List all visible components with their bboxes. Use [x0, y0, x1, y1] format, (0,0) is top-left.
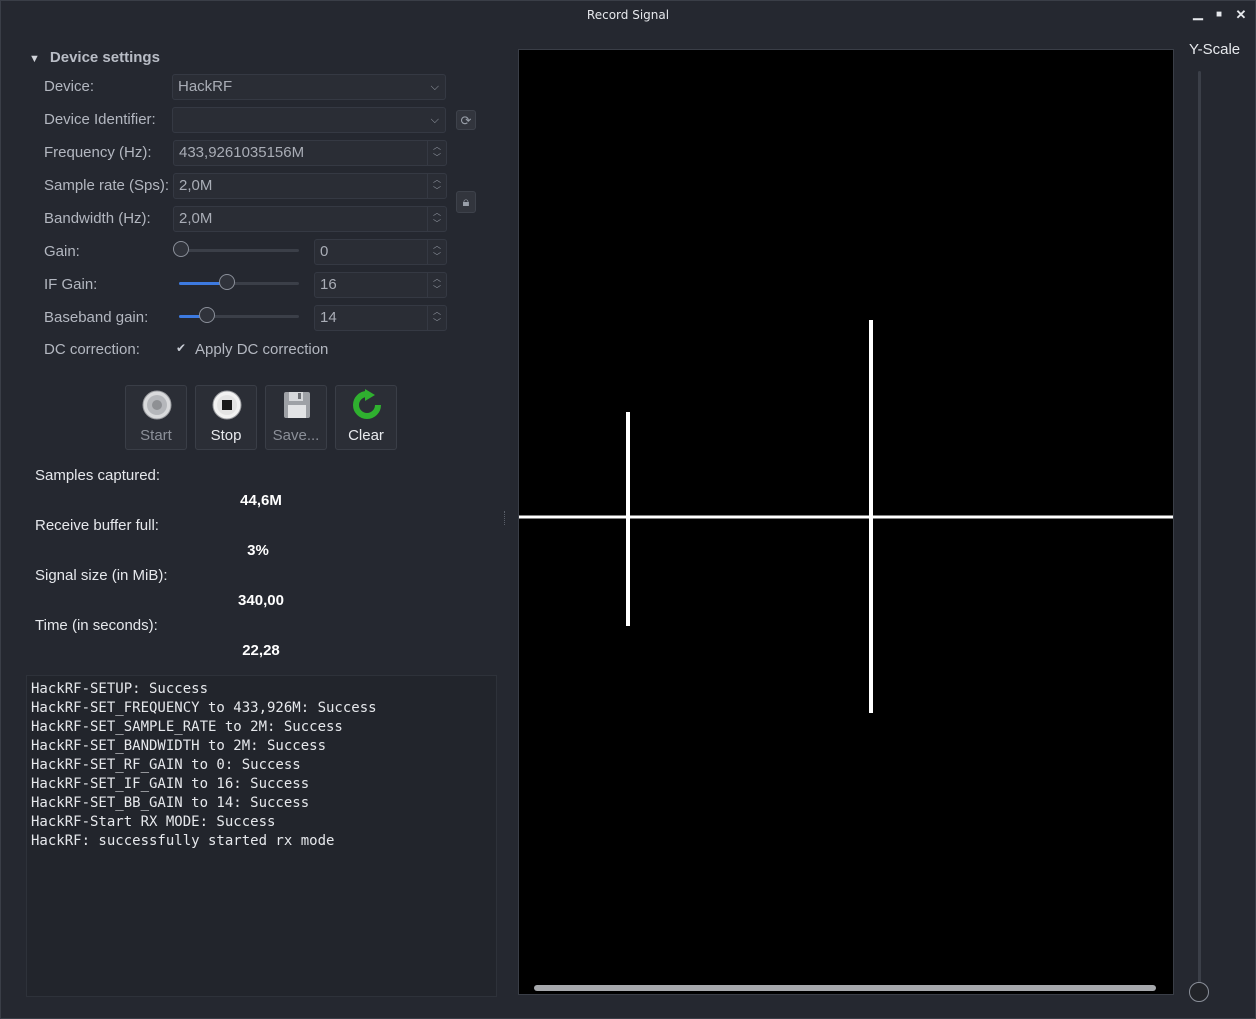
frequency-spinbox[interactable]: 433,9261035156M ︿ ﹀	[173, 140, 447, 166]
time-value: 22,28	[242, 642, 280, 659]
signal-waveform	[519, 320, 1173, 713]
samples-captured-value: 44,6M	[240, 492, 282, 509]
lock-link-button[interactable]: 🔒︎	[456, 191, 476, 213]
checkmark-icon: ✔	[176, 341, 187, 355]
device-identifier-combobox[interactable]: ⌵	[172, 107, 446, 133]
signal-size-value: 340,00	[238, 592, 284, 609]
spin-arrows-icon[interactable]: ︿ ﹀	[427, 273, 446, 297]
spin-arrows-icon[interactable]: ︿ ﹀	[427, 306, 446, 330]
frequency-value: 433,9261035156M	[179, 144, 305, 161]
chevron-down-icon: ⌵	[430, 81, 439, 93]
if-gain-spinbox[interactable]: 16 ︿ ﹀	[314, 272, 447, 298]
log-line: HackRF-SET_SAMPLE_RATE to 2M: Success	[31, 719, 343, 735]
chevron-down-icon: ⌵	[430, 114, 439, 126]
device-value: HackRF	[178, 78, 233, 95]
device-identifier-label: Device Identifier:	[44, 111, 156, 128]
clear-button-label: Clear	[348, 427, 384, 444]
refresh-icon: ⟳	[460, 113, 472, 128]
if-gain-label: IF Gain:	[44, 276, 98, 293]
bandwidth-spinbox[interactable]: 2,0M ︿ ﹀	[173, 206, 447, 232]
start-button[interactable]: Start	[125, 385, 187, 450]
log-line: HackRF-SET_FREQUENCY to 433,926M: Succes…	[31, 700, 377, 716]
device-combobox[interactable]: HackRF ⌵	[172, 74, 446, 100]
start-button-label: Start	[140, 427, 172, 444]
if-gain-slider[interactable]	[179, 274, 299, 290]
gain-spinbox[interactable]: 0 ︿ ﹀	[314, 239, 447, 265]
samples-captured-label: Samples captured:	[35, 467, 161, 484]
sample-rate-spinbox[interactable]: 2,0M ︿ ﹀	[173, 173, 447, 199]
window-title: Record Signal	[586, 8, 670, 22]
spin-arrows-icon[interactable]: ︿ ﹀	[427, 174, 446, 198]
y-scale-slider-handle[interactable]	[1189, 982, 1209, 1002]
log-output[interactable]: HackRF-SETUP: Success HackRF-SET_FREQUENC…	[26, 675, 497, 997]
refresh-green-icon	[353, 389, 381, 419]
spin-arrows-icon[interactable]: ︿ ﹀	[427, 207, 446, 231]
dc-correction-label: DC correction:	[44, 341, 140, 358]
gain-value: 0	[320, 243, 329, 260]
collapse-triangle-icon: ▼	[29, 53, 40, 65]
gain-slider[interactable]	[173, 241, 299, 257]
baseband-gain-slider[interactable]	[179, 307, 299, 323]
horizontal-scrollbar[interactable]	[534, 985, 1156, 991]
clear-button[interactable]: Clear	[335, 385, 397, 450]
sample-rate-label: Sample rate (Sps):	[44, 177, 170, 194]
log-line: HackRF-Start RX MODE: Success	[31, 814, 276, 830]
if-gain-slider-handle[interactable]	[219, 274, 235, 290]
record-icon	[142, 390, 172, 420]
y-scale-slider[interactable]	[1198, 71, 1201, 989]
receive-buffer-label: Receive buffer full:	[35, 517, 159, 534]
frequency-label: Frequency (Hz):	[44, 144, 152, 161]
signal-size-label: Signal size (in MiB):	[35, 567, 168, 584]
lock-icon: 🔒︎	[462, 194, 470, 209]
signal-graph-view[interactable]	[518, 49, 1174, 995]
spin-arrows-icon[interactable]: ︿ ﹀	[427, 240, 446, 264]
log-line: HackRF-SETUP: Success	[31, 681, 209, 697]
log-line: HackRF-SET_BANDWIDTH to 2M: Success	[31, 738, 327, 754]
device-settings-title: Device settings	[49, 49, 160, 66]
gain-label: Gain:	[44, 243, 80, 260]
time-label: Time (in seconds):	[35, 617, 158, 634]
log-line: HackRF: successfully started rx mode	[31, 833, 335, 849]
receive-buffer-value: 3%	[247, 542, 269, 559]
baseband-gain-spinbox[interactable]: 14 ︿ ﹀	[314, 305, 447, 331]
bandwidth-label: Bandwidth (Hz):	[44, 210, 151, 227]
stop-button-label: Stop	[210, 427, 242, 444]
baseband-gain-value: 14	[320, 309, 337, 326]
floppy-disk-icon	[284, 392, 310, 418]
y-scale-label: Y-Scale	[1189, 41, 1241, 58]
splitter-handle[interactable]	[504, 511, 508, 525]
if-gain-value: 16	[320, 276, 337, 293]
stop-icon	[212, 390, 242, 420]
close-button[interactable]: ✕	[1234, 7, 1248, 23]
spin-arrows-icon[interactable]: ︿ ﹀	[427, 141, 446, 165]
dc-correction-checkbox-label[interactable]: Apply DC correction	[195, 341, 328, 358]
baseband-gain-label: Baseband gain:	[44, 309, 149, 326]
dc-correction-checkbox[interactable]: ✔	[176, 341, 186, 355]
log-line: HackRF-SET_RF_GAIN to 0: Success	[31, 757, 301, 773]
minimize-button[interactable]: ▁	[1191, 5, 1205, 21]
maximize-button[interactable]: ■	[1212, 7, 1226, 23]
refresh-devices-button[interactable]: ⟳	[456, 110, 476, 130]
log-line: HackRF-SET_IF_GAIN to 16: Success	[31, 776, 310, 792]
device-settings-header[interactable]: ▼ Device settings	[29, 49, 160, 66]
log-line: HackRF-SET_BB_GAIN to 14: Success	[31, 795, 310, 811]
bandwidth-value: 2,0M	[179, 210, 213, 227]
stop-button[interactable]: Stop	[195, 385, 257, 450]
baseband-gain-slider-handle[interactable]	[199, 307, 215, 323]
record-signal-window: Record Signal ▁ ■ ✕ ▼ Device settings Dev…	[0, 0, 1256, 1019]
sample-rate-value: 2,0M	[179, 177, 213, 194]
device-label: Device:	[44, 78, 95, 95]
save-button-label: Save...	[272, 427, 320, 444]
title-bar: Record Signal ▁ ■ ✕	[1, 1, 1255, 31]
save-button[interactable]: Save...	[265, 385, 327, 450]
gain-slider-handle[interactable]	[173, 241, 189, 257]
